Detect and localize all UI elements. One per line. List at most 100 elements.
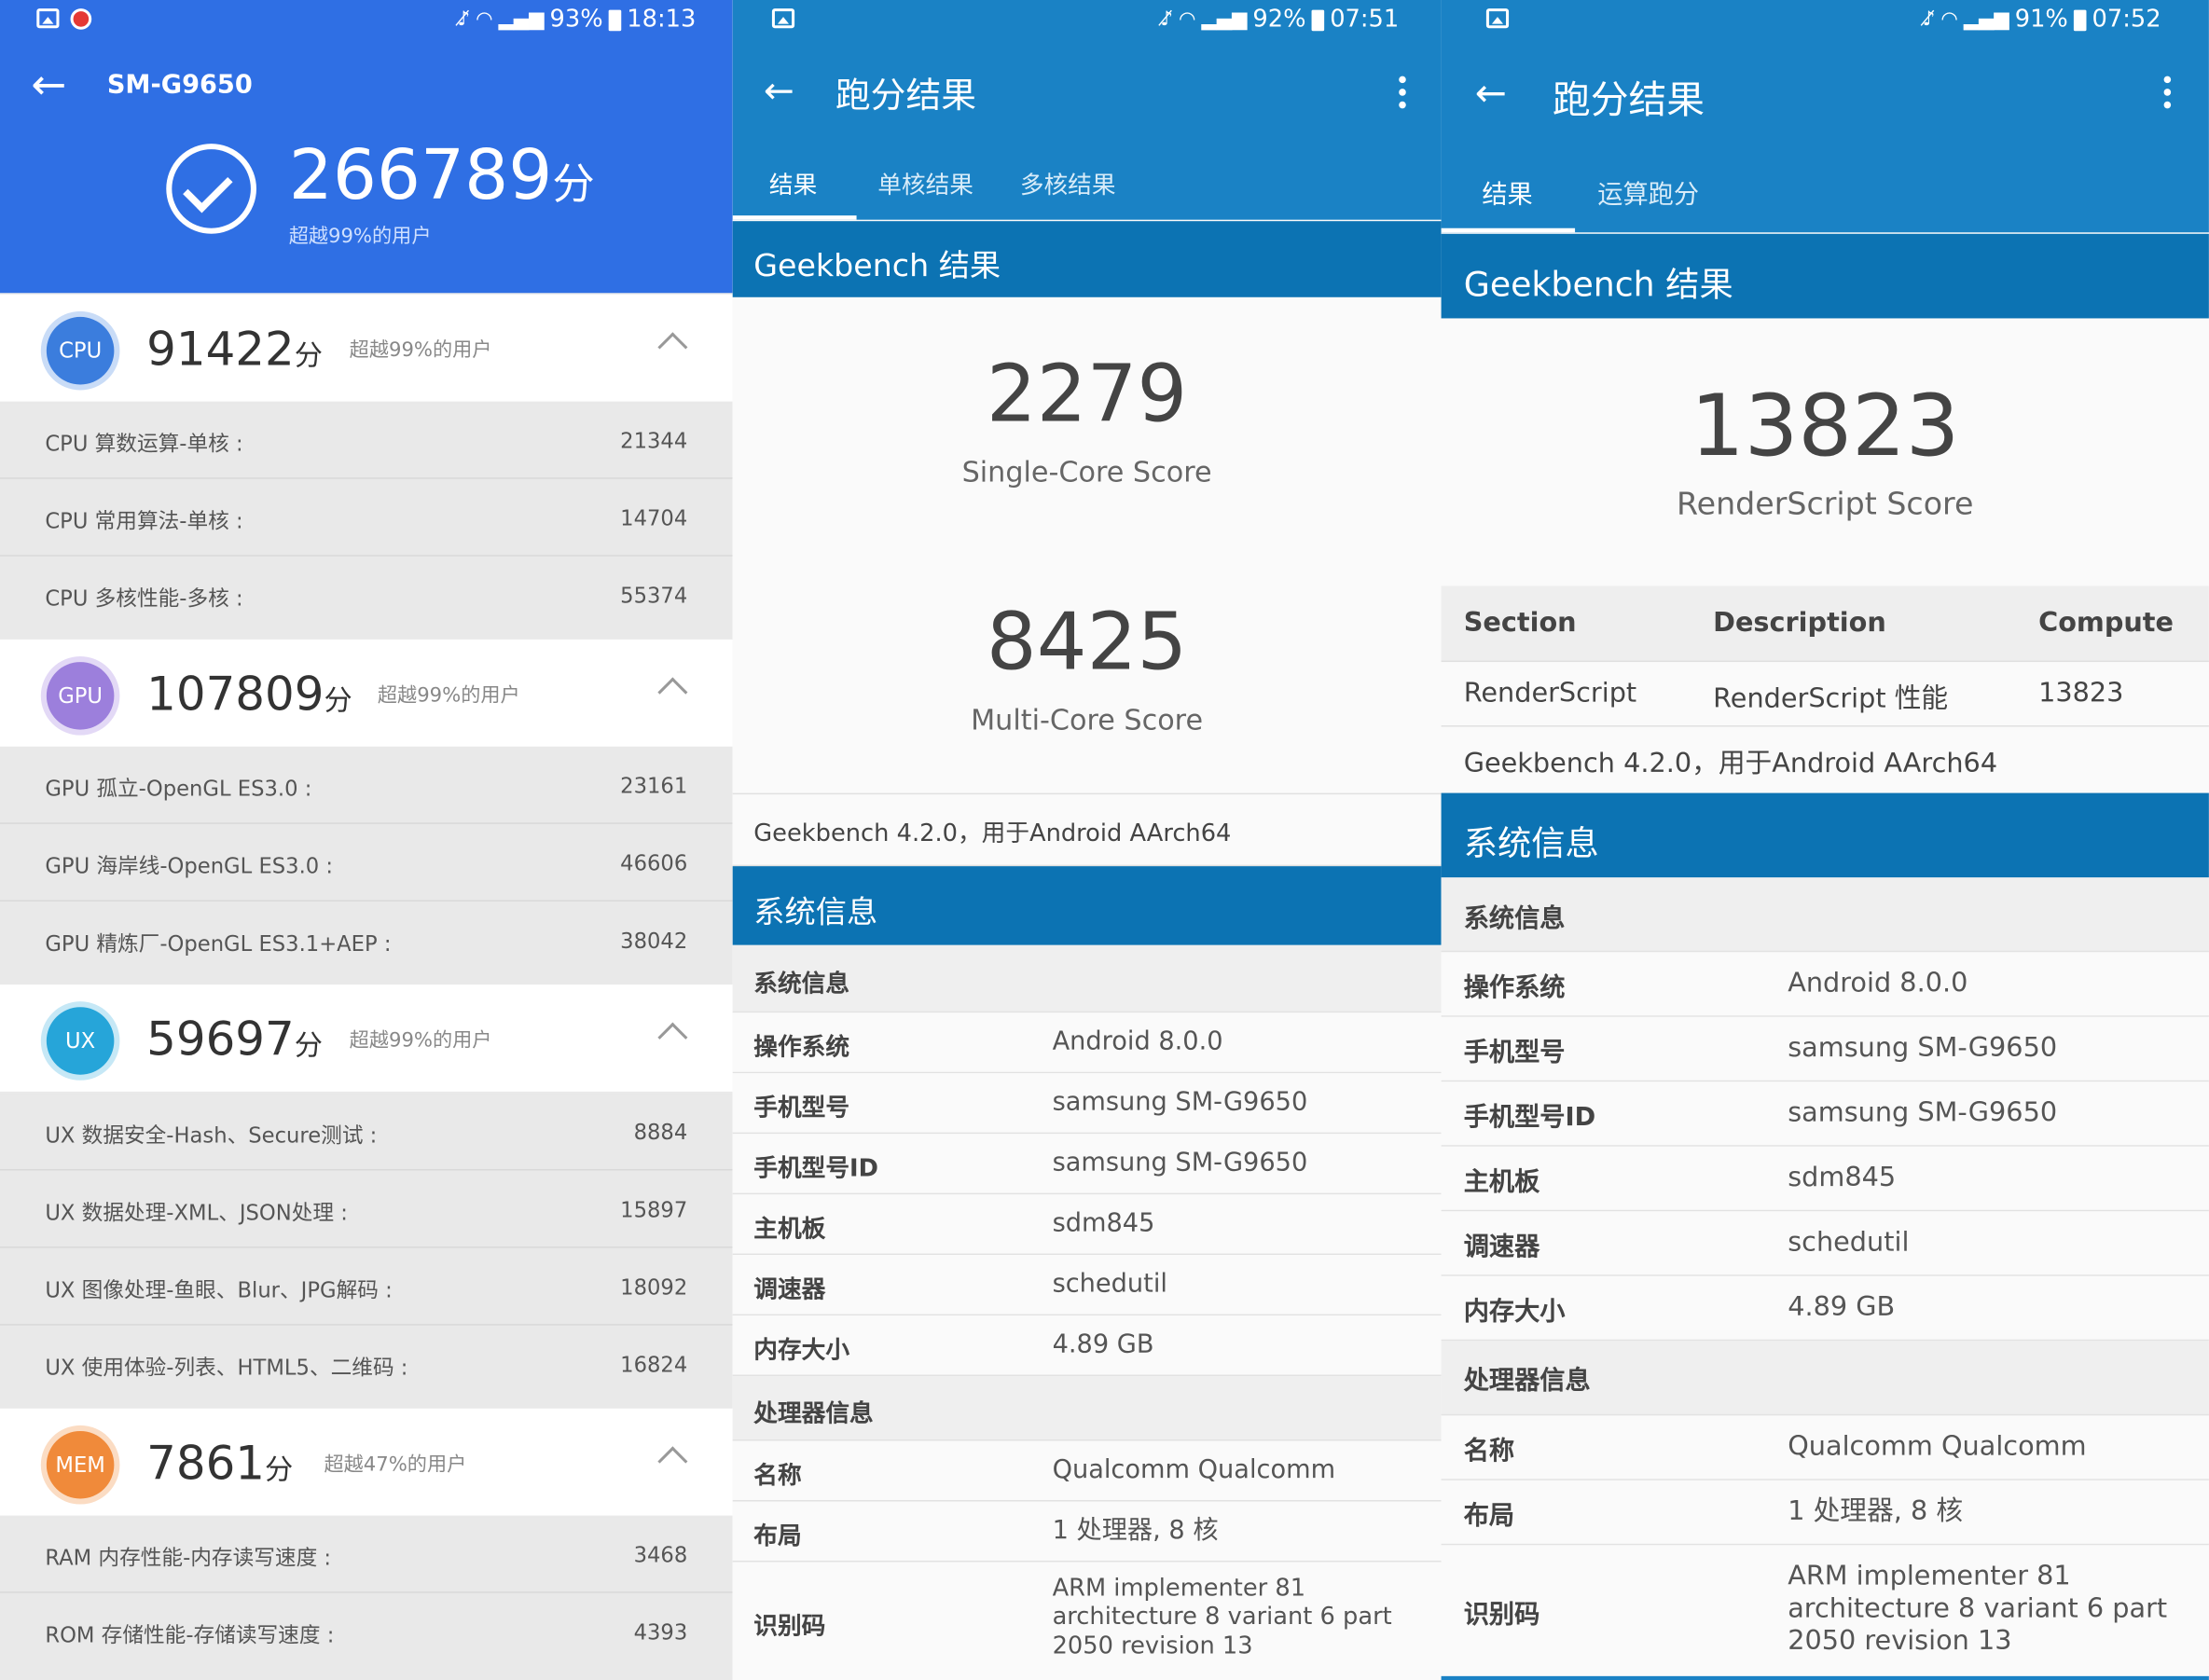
item-value: 21344 [620, 428, 688, 454]
more-options-icon[interactable] [1399, 76, 1406, 115]
table-row: RenderScript RenderScript 性能 13823 [1441, 662, 2209, 727]
chevron-up-icon[interactable] [657, 1446, 688, 1477]
tab-single-core[interactable]: 单核结果 [877, 165, 973, 200]
row-value: ARM implementer 81 architecture 8 varian… [1052, 1575, 1392, 1660]
table-row: 手机型号ID samsung SM-G9650 [1441, 1081, 2209, 1147]
screenshot-collage: ♪̸ ◠ ▂▄▆ 93% 18:13 ← SM-G9650 266789分 超越… [0, 0, 2209, 1680]
list-item: GPU 孤立-OpenGL ES3.0 : 23161 [0, 748, 733, 824]
status-right: ♪̸ ◠ ▂▄▆ 92% 07:51 [1160, 6, 1399, 34]
chevron-up-icon[interactable] [657, 677, 688, 708]
row-value: schedutil [1052, 1269, 1167, 1299]
signal-icon: ▂▄▆ [1963, 8, 2009, 32]
list-item: UX 数据处理-XML、JSON处理 : 15897 [0, 1171, 733, 1248]
table-subheader: 系统信息 [1441, 877, 2209, 953]
multi-core-score: 8425 [986, 597, 1188, 689]
row-key: 名称 [1463, 1437, 1515, 1467]
row-key: 手机型号ID [1463, 1102, 1596, 1133]
sysinfo-title: 系统信息 [753, 895, 878, 931]
list-item: UX 数据安全-Hash、Secure测试 : 8884 [0, 1094, 733, 1171]
single-core-label: Single-Core Score [961, 454, 1212, 489]
battery-percent: 92% [1252, 6, 1306, 34]
table-row: 识别码 ARM implementer 81 architecture 8 var… [1441, 1545, 2209, 1680]
signal-icon: ▂▄▆ [498, 8, 545, 32]
row-key: 调速器 [753, 1275, 826, 1305]
row-key: 名称 [753, 1462, 802, 1491]
category-ux[interactable]: UX 59697分 超越99%的用户 [0, 985, 733, 1092]
back-arrow-icon[interactable]: ← [764, 71, 794, 113]
battery-icon [1311, 8, 1325, 31]
table-row: 识别码 ARM implementer 81 architecture 8 var… [732, 1562, 1442, 1680]
version-text: Geekbench 4.2.0，用于Android AArch64 [753, 819, 1232, 848]
page-title: 跑分结果 [835, 75, 977, 116]
more-options-icon[interactable] [2163, 76, 2172, 115]
row-key: 调速器 [1463, 1232, 1540, 1262]
section-title: Geekbench 结果 [753, 249, 1001, 285]
item-label: RAM 内存性能-内存读写速度 : [45, 1545, 332, 1571]
antutu-header: ♪̸ ◠ ▂▄▆ 93% 18:13 ← SM-G9650 266789分 超越… [0, 0, 733, 294]
item-value: 15897 [620, 1197, 688, 1223]
clock: 18:13 [627, 6, 697, 34]
back-arrow-icon[interactable]: ← [31, 64, 66, 106]
table-subheader: 处理器信息 [1441, 1341, 2209, 1416]
row-value: ARM implementer 81 architecture 8 varian… [1788, 1560, 2168, 1657]
app-notification-icon [70, 8, 92, 30]
wifi-icon: ◠ [1179, 8, 1196, 32]
app-bar: ♪̸ ◠ ▂▄▆ 92% 07:51 ← 跑分结果 结果 单核结果 多核结果 [732, 0, 1442, 220]
chevron-up-icon[interactable] [657, 332, 688, 363]
item-value: 38042 [620, 928, 688, 954]
subheader-label: 处理器信息 [1463, 1366, 1591, 1397]
cell-section: RenderScript [1463, 677, 1637, 709]
table-row: 操作系统 Android 8.0.0 [1441, 952, 2209, 1017]
renderscript-label: RenderScript Score [1677, 487, 1974, 523]
row-key: 操作系统 [1463, 972, 1566, 1003]
sysinfo-header: 系统信息 [732, 866, 1442, 945]
chevron-up-icon[interactable] [657, 1022, 688, 1053]
clock: 07:52 [2092, 6, 2161, 34]
status-right: ♪̸ ◠ ▂▄▆ 91% 07:52 [1923, 6, 2161, 34]
tab-results[interactable]: 结果 [769, 165, 817, 200]
table-row: 主机板 sdm845 [732, 1194, 1442, 1256]
item-value: 4393 [633, 1619, 688, 1646]
section-header: Geekbench 结果 [732, 221, 1442, 297]
cell-description: RenderScript 性能 [1713, 682, 1949, 714]
list-item: GPU 精炼厂-OpenGL ES3.1+AEP : 38042 [0, 902, 733, 980]
category-cpu[interactable]: CPU 91422分 超越99%的用户 [0, 294, 733, 402]
sysinfo-title: 系统信息 [1463, 823, 1599, 864]
table-row: 调速器 schedutil [1441, 1211, 2209, 1276]
category-mem[interactable]: MEM 7861分 超越47%的用户 [0, 1408, 733, 1516]
gallery-notification-icon [1485, 8, 1510, 29]
category-score-unit: 分 [294, 337, 323, 372]
mute-icon: ♪̸ [457, 8, 471, 32]
item-label: GPU 孤立-OpenGL ES3.0 : [45, 776, 312, 802]
category-gpu[interactable]: GPU 107809分 超越99%的用户 [0, 639, 733, 747]
clock: 07:51 [1330, 6, 1400, 34]
row-key: 手机型号ID [753, 1154, 878, 1184]
category-score: 7861分 [146, 1436, 293, 1491]
table-row: 主机板 sdm845 [1441, 1146, 2209, 1212]
row-value: 1 处理器, 8 核 [1052, 1515, 1219, 1546]
table-row: 名称 Qualcomm Qualcomm [1441, 1415, 2209, 1480]
mute-icon: ♪̸ [1160, 8, 1174, 32]
col-compute: Compute [2038, 607, 2174, 639]
category-percentile: 超越99%的用户 [349, 339, 492, 363]
mem-badge-icon: MEM [46, 1430, 115, 1499]
tab-multi-core[interactable]: 多核结果 [1020, 165, 1116, 200]
category-percentile: 超越99%的用户 [377, 684, 520, 708]
list-item: UX 图像处理-鱼眼、Blur、JPG解码 : 18092 [0, 1249, 733, 1326]
row-value: Qualcomm Qualcomm [1052, 1454, 1336, 1485]
app-bar: ♪̸ ◠ ▂▄▆ 91% 07:52 ← 跑分结果 结果 运算跑分 [1441, 0, 2209, 233]
geekbench-compute-panel: ♪̸ ◠ ▂▄▆ 91% 07:52 ← 跑分结果 结果 运算跑分 Geekbe… [1441, 0, 2209, 1680]
battery-icon [2073, 8, 2087, 31]
section-title: Geekbench 结果 [1463, 265, 1733, 305]
status-bar: ♪̸ ◠ ▂▄▆ 93% 18:13 [0, 0, 733, 42]
subheader-label: 系统信息 [1463, 903, 1566, 934]
table-row: 名称 Qualcomm Qualcomm [732, 1440, 1442, 1502]
tab-compute[interactable]: 运算跑分 [1597, 174, 1699, 211]
back-arrow-icon[interactable]: ← [1475, 73, 1507, 116]
item-label: UX 图像处理-鱼眼、Blur、JPG解码 : [45, 1277, 393, 1303]
ux-badge-icon: UX [46, 1007, 115, 1075]
tab-results[interactable]: 结果 [1482, 174, 1532, 211]
check-circle-icon [166, 144, 256, 234]
antutu-panel: ♪̸ ◠ ▂▄▆ 93% 18:13 ← SM-G9650 266789分 超越… [0, 0, 733, 1680]
total-score-unit: 分 [552, 160, 595, 211]
